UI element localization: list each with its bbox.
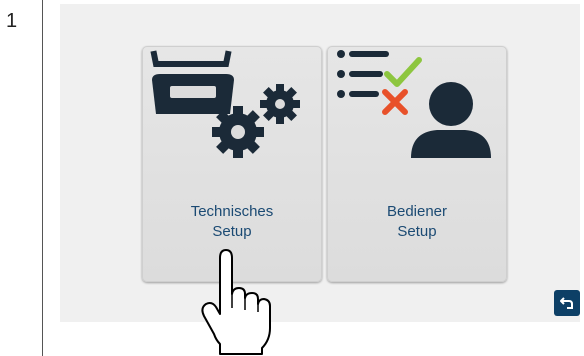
user-checklist-icon	[337, 50, 491, 158]
scale-gears-icon	[150, 50, 300, 158]
operator-setup-tile[interactable]: Bediener Setup	[327, 46, 507, 282]
back-button[interactable]	[554, 290, 580, 316]
step-divider	[42, 0, 43, 356]
technical-setup-label-line1: Technisches	[190, 203, 274, 220]
technical-setup-label: Technisches Setup	[142, 202, 322, 242]
pointing-hand-icon	[201, 249, 271, 355]
operator-setup-label: Bediener Setup	[327, 202, 507, 242]
step-number: 1	[6, 10, 18, 32]
operator-setup-label-line1: Bediener	[386, 203, 448, 220]
technical-setup-label-line2: Setup	[212, 223, 252, 240]
back-arrow-icon	[560, 297, 573, 309]
operator-setup-label-line2: Setup	[397, 223, 437, 240]
